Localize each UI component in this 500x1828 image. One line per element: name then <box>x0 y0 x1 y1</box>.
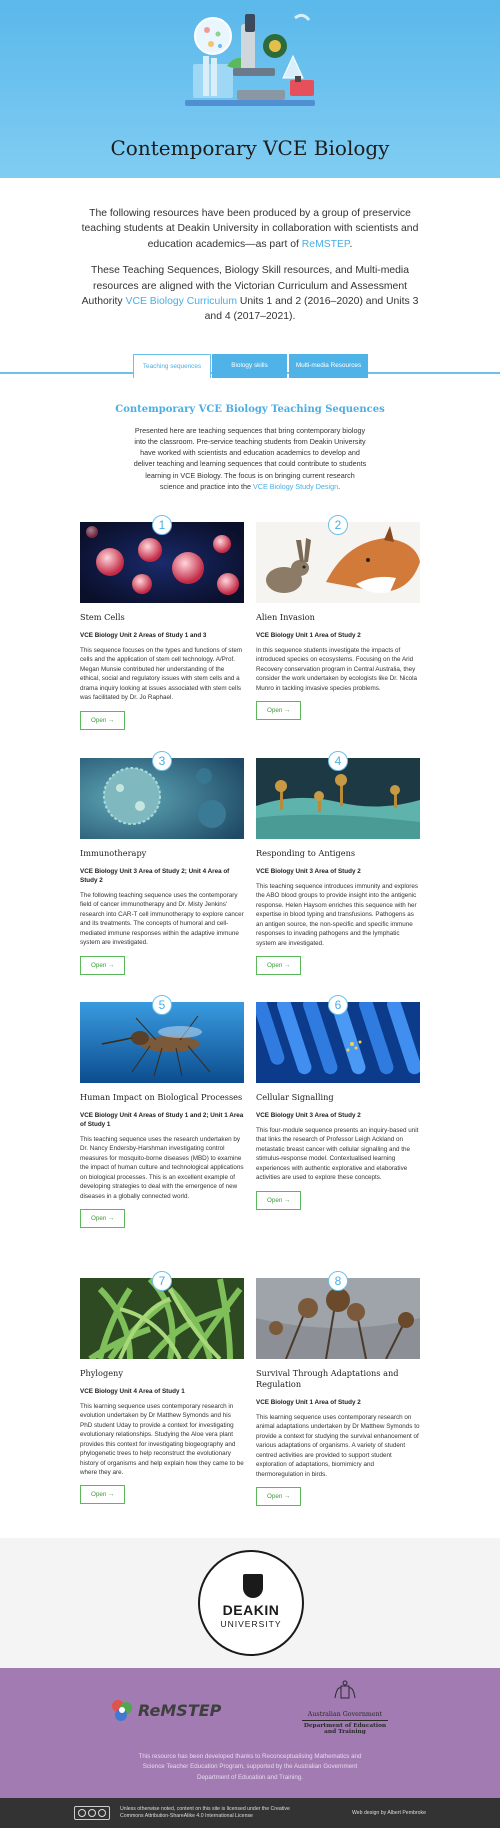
card-number-badge: 5 <box>152 995 172 1016</box>
biology-lab-illustration <box>185 13 315 106</box>
card-description: In this sequence students investigate th… <box>256 647 417 692</box>
card-unit: VCE Biology Unit 1 Area of Study 2 <box>256 632 361 640</box>
card-number-badge: 7 <box>152 1271 172 1292</box>
sequence-card: 6 Cellular Signalling VCE Biology Unit 3… <box>256 995 420 1210</box>
tab-multimedia-resources[interactable]: Multi-media Resources <box>289 353 368 378</box>
remstep-link[interactable]: ReMSTEP <box>302 239 350 250</box>
card-unit: VCE Biology Unit 4 Areas of Study 1 and … <box>80 1112 244 1129</box>
deakin-name: DEAKIN <box>222 1602 280 1619</box>
remstep-logo[interactable]: ReMSTEP <box>110 1698 221 1722</box>
card-title[interactable]: Survival Through Adaptations and Regulat… <box>256 1368 420 1390</box>
intro-paragraph-2: These Teaching Sequences, Biology Skill … <box>78 263 422 325</box>
open-button[interactable]: Open → <box>80 710 126 730</box>
intro-p1-text: The following resources have been produc… <box>81 208 419 250</box>
card-unit: VCE Biology Unit 3 Area of Study 2 <box>256 1112 361 1120</box>
open-button[interactable]: Open → <box>256 1190 302 1210</box>
section-desc-end: . <box>338 481 341 491</box>
open-button[interactable]: Open → <box>256 1486 302 1506</box>
university-logo-band: DEAKIN UNIVERSITY <box>0 1538 500 1669</box>
card-unit: VCE Biology Unit 2 Areas of Study 1 and … <box>80 632 207 640</box>
sequence-card: 8 Survival Through Adaptations and Regul… <box>256 1271 420 1506</box>
sequence-card: 2 Alien Invasion VCE Biology Unit 1 Area… <box>256 515 420 721</box>
sequence-card: 4 Responding to Antigens VCE Biology Uni… <box>256 751 420 975</box>
department-name: Department of Education and Training <box>302 1720 388 1735</box>
section-description: Presented here are teaching sequences th… <box>0 415 500 492</box>
coat-of-arms-icon <box>334 1680 356 1699</box>
australian-government-logo[interactable]: Australian Government Department of Educ… <box>302 1680 388 1735</box>
card-title[interactable]: Immunotherapy <box>80 848 244 859</box>
sequence-card: 5 Human Impact on Biological Processes V… <box>80 995 244 1228</box>
intro-text: The following resources have been produc… <box>0 178 500 325</box>
hero-banner: Contemporary VCE Biology <box>0 0 500 178</box>
sequence-card: 1 Stem Cells VCE Biology Unit 2 Areas of… <box>80 515 244 730</box>
card-number-badge: 8 <box>328 1271 348 1292</box>
government-name: Australian Government <box>307 1711 383 1719</box>
card-description: This four-module sequence presents an in… <box>256 1127 419 1182</box>
license-text: Unless otherwise noted, content on this … <box>120 1806 290 1820</box>
card-title[interactable]: Alien Invasion <box>256 612 420 623</box>
card-title[interactable]: Stem Cells <box>80 612 244 623</box>
card-number-badge: 3 <box>152 751 172 772</box>
intro-paragraph-1: The following resources have been produc… <box>78 206 422 252</box>
card-title[interactable]: Cellular Signalling <box>256 1092 420 1103</box>
card-unit: VCE Biology Unit 1 Area of Study 2 <box>256 1399 361 1407</box>
card-number-badge: 2 <box>328 515 348 536</box>
open-button[interactable]: Open → <box>80 955 126 975</box>
card-description: This learning sequence uses contemporary… <box>256 1414 420 1478</box>
card-number-badge: 4 <box>328 751 348 772</box>
open-button[interactable]: Open → <box>256 701 302 721</box>
resource-tabs: Teaching sequences Biology skills Multi-… <box>0 353 500 382</box>
sequence-card: 7 Phylogeny VCE Biology Unit 4 Area of S… <box>80 1271 244 1505</box>
open-button[interactable]: Open → <box>80 1208 126 1228</box>
intro-p2-end: Units 1 and 2 (2016–2020) and Units 3 an… <box>204 296 419 323</box>
open-button[interactable]: Open → <box>256 955 302 975</box>
deakin-subtitle: UNIVERSITY <box>220 1619 282 1630</box>
section-title: Contemporary VCE Biology Teaching Sequen… <box>115 403 385 415</box>
card-title[interactable]: Responding to Antigens <box>256 848 420 859</box>
footer-partners: ReMSTEP Australian Government Department… <box>0 1668 500 1799</box>
deakin-university-logo[interactable]: DEAKIN UNIVERSITY <box>198 1550 304 1657</box>
card-description: This teaching sequence introduces immuni… <box>256 883 419 947</box>
open-button[interactable]: Open → <box>80 1485 126 1505</box>
funding-note: This resource has been developed thanks … <box>138 1753 362 1781</box>
card-number-badge: 1 <box>152 515 172 536</box>
remstep-mark-icon <box>112 1700 132 1722</box>
card-title[interactable]: Phylogeny <box>80 1368 244 1379</box>
sequence-card: 3 Immunotherapy VCE Biology Unit 3 Area … <box>80 751 244 975</box>
card-unit: VCE Biology Unit 4 Area of Study 1 <box>80 1388 185 1396</box>
creative-commons-badge-icon[interactable] <box>74 1806 110 1821</box>
tab-biology-skills[interactable]: Biology skills <box>212 353 287 378</box>
card-title[interactable]: Human Impact on Biological Processes <box>80 1092 244 1103</box>
card-number-badge: 6 <box>328 995 348 1016</box>
card-description: This sequence focuses on the types and f… <box>80 647 243 702</box>
card-description: This learning sequence uses contemporary… <box>80 1403 244 1476</box>
card-description: The following teaching sequence uses the… <box>80 892 244 947</box>
card-unit: VCE Biology Unit 3 Area of Study 2 <box>256 868 361 876</box>
card-unit: VCE Biology Unit 3 Area of Study 2; Unit… <box>80 868 230 885</box>
curriculum-link[interactable]: VCE Biology Curriculum <box>126 296 237 307</box>
teaching-sequence-grid: 1 Stem Cells VCE Biology Unit 2 Areas of… <box>0 515 500 1538</box>
study-design-link[interactable]: VCE Biology Study Design <box>253 482 338 491</box>
card-description: This teaching sequence uses the research… <box>80 1136 244 1200</box>
tab-teaching-sequences[interactable]: Teaching sequences <box>133 353 211 378</box>
intro-p1-end: . <box>349 238 353 250</box>
deakin-crest-icon <box>243 1574 263 1599</box>
web-design-credit: Web design by Albert Pembroke <box>351 1810 426 1817</box>
footer-bottom-bar: Unless otherwise noted, content on this … <box>0 1798 500 1828</box>
page-title: Contemporary VCE Biology <box>110 136 390 160</box>
remstep-wordmark: ReMSTEP <box>138 1700 222 1720</box>
